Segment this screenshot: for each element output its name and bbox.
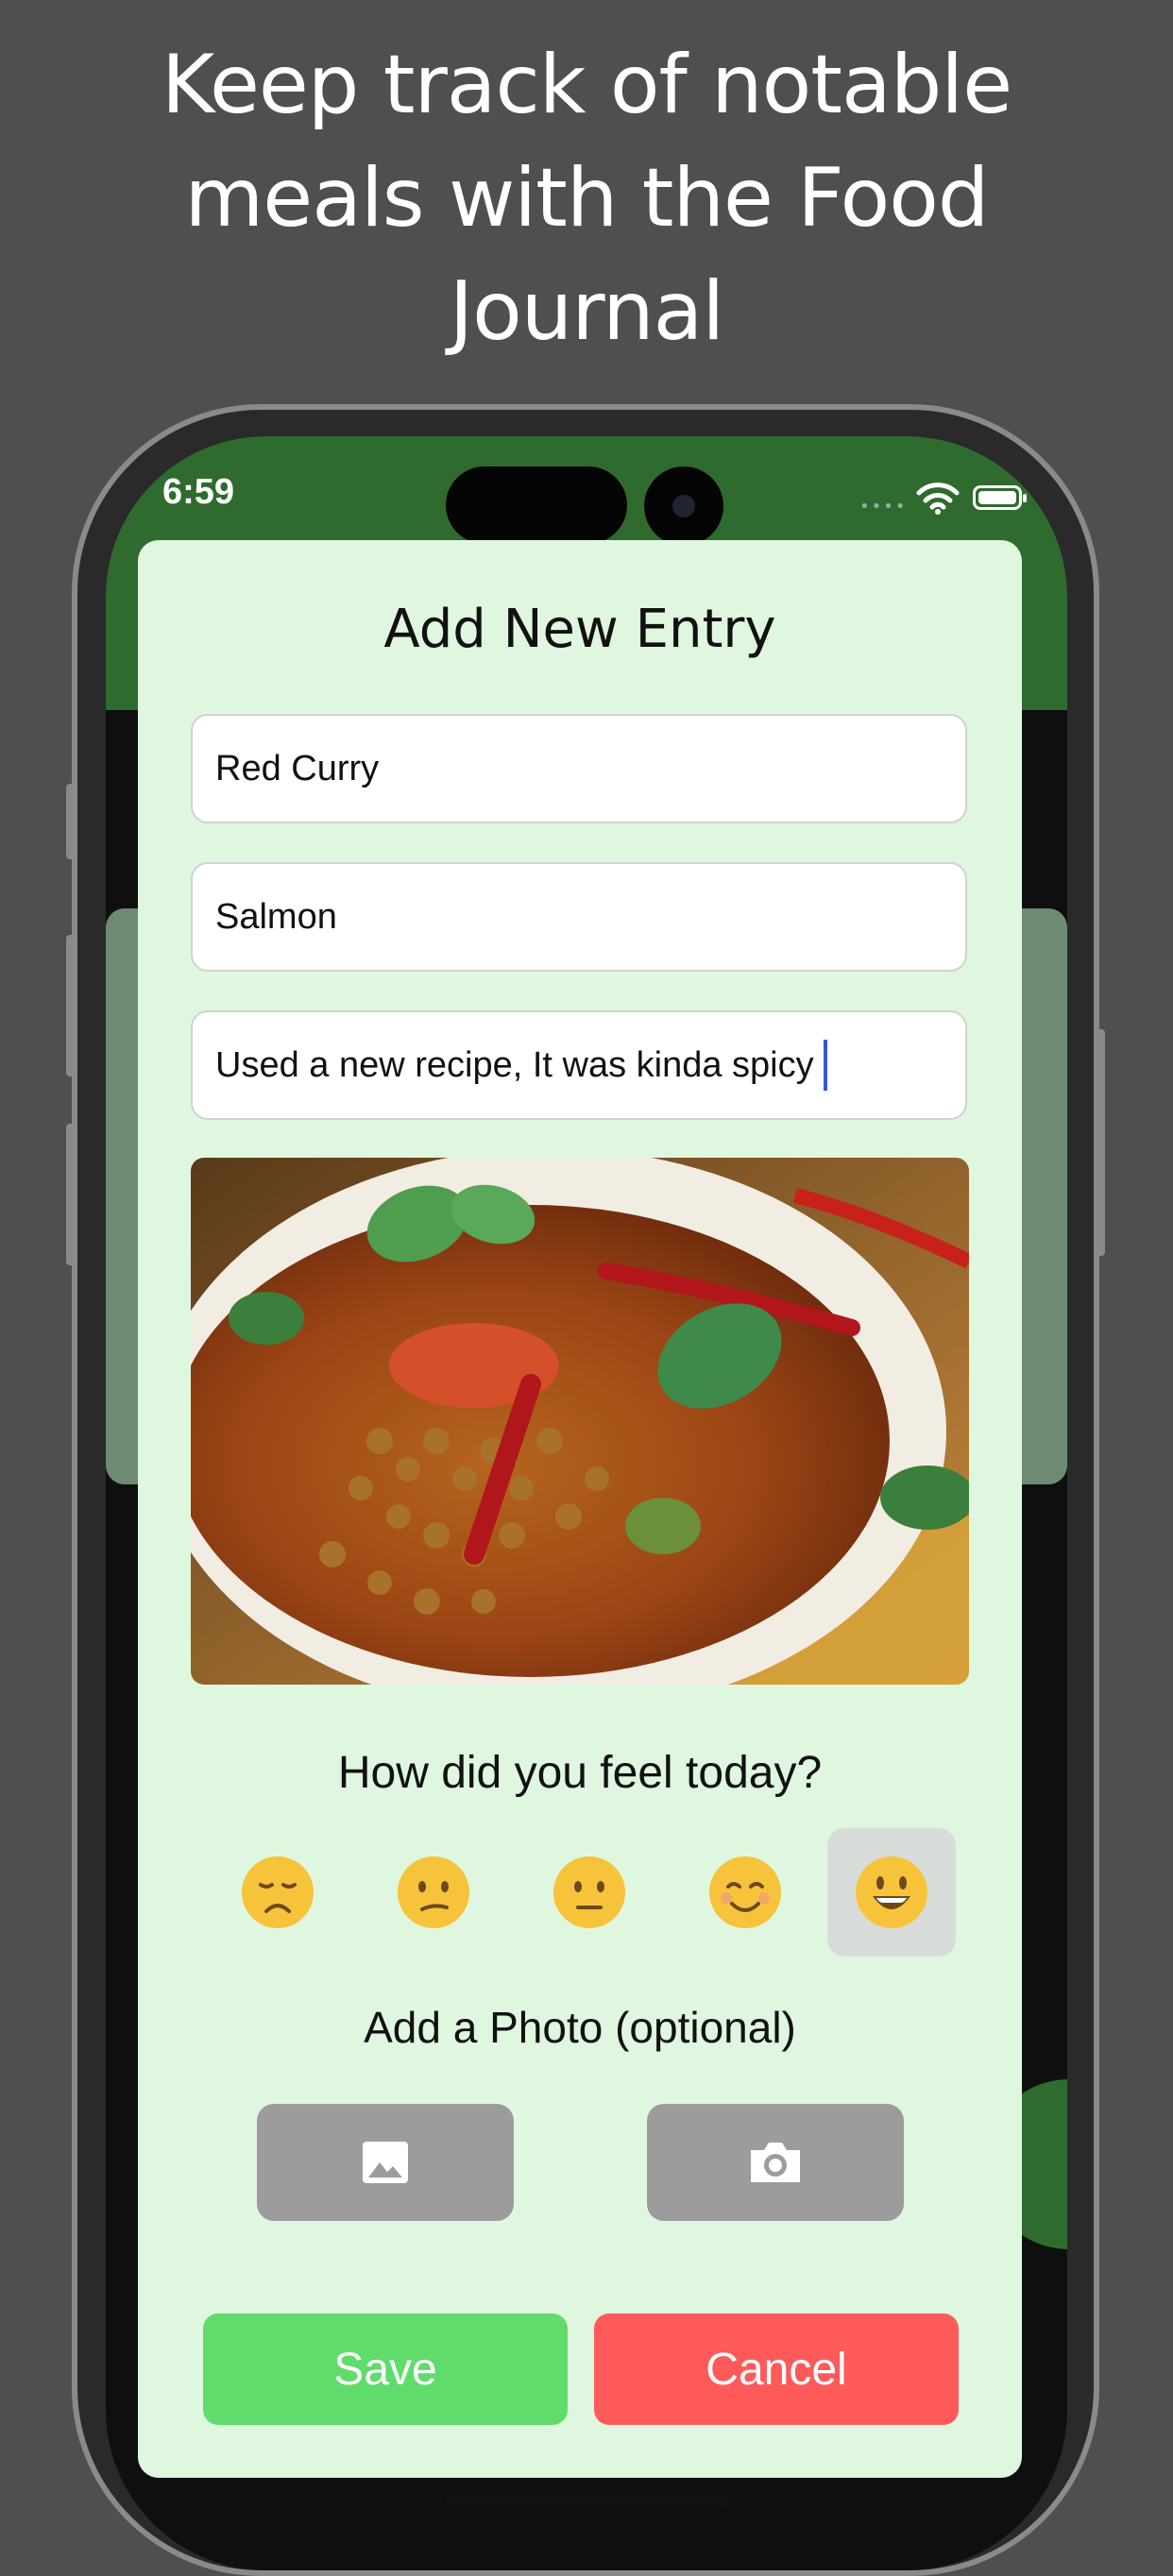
headline-line: meals with the Food <box>184 151 990 246</box>
camera-button[interactable] <box>647 2104 904 2221</box>
ingredient-field[interactable]: Salmon <box>191 862 967 972</box>
notes-field[interactable]: Used a new recipe, It was kinda spicy <box>191 1010 967 1120</box>
battery-icon <box>973 485 1027 510</box>
status-time: 6:59 <box>162 472 235 512</box>
camera-icon <box>751 2143 800 2182</box>
confused-face-icon <box>398 1856 469 1928</box>
front-camera <box>644 466 723 546</box>
sheet-title: Add New Entry <box>383 599 776 660</box>
volume-up-button <box>66 935 76 1076</box>
add-photo-label: Add a Photo (optional) <box>364 2003 796 2052</box>
add-entry-sheet: Add New Entry Red Curry Salmon Used a ne… <box>138 540 1022 2478</box>
save-button[interactable]: Save <box>203 2313 568 2425</box>
very-sad-face-icon <box>242 1856 314 1928</box>
photo-library-icon <box>363 2142 408 2183</box>
notes-value: Used a new recipe, It was kinda spicy <box>215 1044 814 1085</box>
mood-option-smiling[interactable] <box>681 1828 809 1957</box>
meal-name-field[interactable]: Red Curry <box>191 714 967 823</box>
volume-down-button <box>66 1124 76 1265</box>
photo-library-button[interactable] <box>257 2104 514 2221</box>
status-icons: •••• <box>859 480 1029 517</box>
dynamic-island <box>446 466 627 544</box>
home-indicator <box>445 2497 728 2506</box>
mood-prompt: How did you feel today? <box>337 1748 823 1798</box>
smiling-face-icon <box>709 1856 781 1928</box>
promo-headline: Keep track of notable meals with the Foo… <box>0 28 1173 368</box>
text-cursor <box>823 1040 827 1091</box>
mood-option-grinning[interactable] <box>827 1828 956 1957</box>
silent-switch <box>66 784 76 859</box>
neutral-face-icon <box>553 1856 625 1928</box>
wifi-icon <box>916 483 960 515</box>
cancel-button[interactable]: Cancel <box>594 2313 959 2425</box>
meal-name-value: Red Curry <box>215 748 380 788</box>
headline-line: Journal <box>449 264 724 359</box>
mood-option-very-sad[interactable] <box>213 1828 342 1957</box>
grinning-face-icon <box>856 1856 927 1928</box>
power-button <box>1096 1029 1105 1256</box>
ingredient-value: Salmon <box>215 896 337 937</box>
cellular-dots-icon: •••• <box>859 497 908 517</box>
food-photo <box>191 1158 969 1685</box>
headline-line: Keep track of notable <box>161 38 1012 132</box>
mood-option-confused[interactable] <box>369 1828 498 1957</box>
mood-option-neutral[interactable] <box>525 1828 654 1957</box>
